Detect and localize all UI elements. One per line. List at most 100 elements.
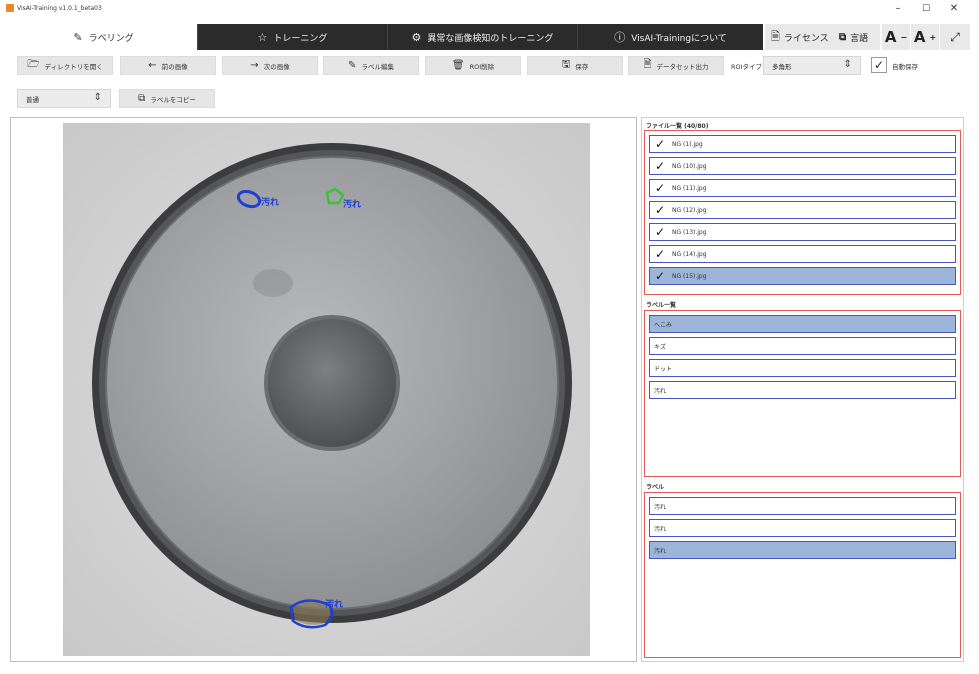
checkmark-icon: ✓ (654, 181, 666, 195)
star-icon: ☆ (257, 30, 268, 44)
file-name: NG (12).jpg (672, 206, 707, 214)
file-list-item-selected[interactable]: ✓ NG (15).jpg (649, 267, 956, 285)
roi-type-select[interactable]: 多角形 ⇕ (763, 56, 861, 75)
tab-about[interactable]: ⓘ VisAI-Trainingについて (577, 24, 763, 50)
label-name: ドット (654, 365, 673, 373)
pin-icon: ⤢ (950, 29, 960, 44)
save-icon: 🖫 (561, 59, 571, 70)
auto-save-checkbox[interactable]: ✓ (871, 57, 887, 73)
prev-image-label: 前の画像 (161, 62, 188, 71)
prev-image-button[interactable]: ← 前の画像 (120, 56, 216, 75)
app-title-text: VisAI-Training v1.0.1_beta03 (17, 4, 102, 12)
copy-label-button[interactable]: ⧉ ラベルをコピー (119, 89, 215, 108)
label-panel-item[interactable]: 汚れ (649, 497, 956, 515)
app-window: VisAI-Training v1.0.1_beta03 – ☐ ✕ ✎ ラベリ… (0, 0, 979, 674)
mode-value: 普通 (26, 95, 39, 104)
checkmark-icon: ✓ (873, 58, 885, 72)
label-list-item-selected[interactable]: へこみ (649, 315, 956, 333)
annotation-label-2: 汚れ (343, 198, 361, 210)
file-list-item[interactable]: ✓ NG (10).jpg (649, 157, 956, 175)
file-list-item[interactable]: ✓ NG (12).jpg (649, 201, 956, 219)
edit-label-label: ラベル編集 (361, 62, 394, 71)
label-panel-title: ラベル (646, 484, 665, 491)
label-panel-item-selected[interactable]: 汚れ (649, 541, 956, 559)
language-icon: ⧉ (839, 31, 847, 43)
file-list-item[interactable]: ✓ NG (1).jpg (649, 135, 956, 153)
label-list-item[interactable]: キズ (649, 337, 956, 355)
gear-icon: ⚙ (411, 30, 422, 44)
tab-anomaly-training[interactable]: ⚙ 異常な画像検知のトレーニング (387, 24, 577, 50)
pencil-icon: ✎ (348, 60, 357, 71)
next-image-button[interactable]: → 次の画像 (222, 56, 318, 75)
inspection-image[interactable]: 汚れ 汚れ 汚れ (63, 123, 590, 656)
file-name: NG (1).jpg (672, 140, 703, 148)
label-panel-item[interactable]: 汚れ (649, 519, 956, 537)
chevron-updown-icon: ⇕ (843, 59, 852, 70)
delete-roi-button[interactable]: 🗑 ROI削除 (425, 56, 521, 75)
tab-anomaly-training-label: 異常な画像検知のトレーニング (427, 33, 554, 44)
label-name: 汚れ (654, 387, 667, 395)
annotation-label-1: 汚れ (261, 196, 279, 208)
checkmark-icon: ✓ (654, 203, 666, 217)
tab-bar: ✎ ラベリング ☆ トレーニング ⚙ 異常な画像検知のトレーニング ⓘ VisA… (0, 24, 979, 50)
label-name: 汚れ (654, 503, 667, 511)
label-name: 汚れ (654, 525, 667, 533)
export-dataset-button[interactable]: 🗎 データセット出力 (628, 56, 724, 75)
font-decrease-button[interactable]: A − (882, 24, 910, 50)
file-name: NG (14).jpg (672, 250, 707, 258)
edit-label-button[interactable]: ✎ ラベル編集 (323, 56, 419, 75)
save-button[interactable]: 🖫 保存 (527, 56, 623, 75)
document-icon: 🗎 (771, 29, 780, 43)
app-title: VisAI-Training v1.0.1_beta03 (6, 4, 102, 12)
file-name: NG (11).jpg (672, 184, 707, 192)
mode-select[interactable]: 普通 ⇕ (17, 89, 111, 108)
label-name: 汚れ (654, 547, 667, 555)
annotation-label-3: 汚れ (325, 598, 343, 610)
title-bar: VisAI-Training v1.0.1_beta03 – ☐ ✕ (0, 0, 979, 24)
tab-labeling-label: ラベリング (88, 33, 134, 44)
auto-save-label: 自動保存 (892, 63, 918, 71)
language-button[interactable]: ⧉ 言語 (835, 24, 880, 50)
export-icon: 🗎 (643, 59, 652, 70)
open-directory-label: ディレクトリを開く (44, 62, 103, 71)
license-button[interactable]: 🗎 ライセンス (765, 24, 835, 50)
app-logo-icon (6, 4, 14, 12)
font-decrease-icon: A (884, 28, 897, 46)
trash-icon: 🗑 (451, 60, 465, 71)
file-name: NG (13).jpg (672, 228, 707, 236)
file-list-item[interactable]: ✓ NG (14).jpg (649, 245, 956, 263)
tab-training[interactable]: ☆ トレーニング (197, 24, 387, 50)
label-list-title: ラベル一覧 (646, 302, 677, 309)
file-list-item[interactable]: ✓ NG (13).jpg (649, 223, 956, 241)
info-icon: ⓘ (614, 31, 626, 44)
maximize-button[interactable]: ☐ (913, 2, 939, 16)
label-list-item[interactable]: ドット (649, 359, 956, 377)
license-label: ライセンス (783, 33, 829, 44)
checkmark-icon: ✓ (654, 225, 666, 239)
file-name: NG (10).jpg (672, 162, 707, 170)
arrow-right-icon: → (250, 60, 259, 71)
font-increase-button[interactable]: A + (911, 24, 939, 50)
label-name: へこみ (654, 321, 673, 329)
file-list: ✓ NG (1).jpg ✓ NG (10).jpg ✓ NG (11).jpg… (644, 130, 961, 295)
label-list-item[interactable]: 汚れ (649, 381, 956, 399)
tab-labeling[interactable]: ✎ ラベリング (10, 24, 197, 50)
file-list-item[interactable]: ✓ NG (11).jpg (649, 179, 956, 197)
washer-image-svg: 汚れ 汚れ 汚れ (63, 123, 590, 656)
tab-training-label: トレーニング (273, 33, 328, 44)
roi-type-value: 多角形 (772, 62, 792, 71)
font-increase-icon: A (913, 28, 926, 46)
close-button[interactable]: ✕ (941, 2, 967, 16)
minimize-button[interactable]: – (885, 2, 911, 16)
file-name: NG (15).jpg (672, 272, 707, 280)
open-directory-button[interactable]: 🗁 ディレクトリを開く (17, 56, 113, 75)
export-dataset-label: データセット出力 (656, 62, 709, 71)
folder-icon: 🗁 (27, 59, 40, 70)
image-canvas-panel: 汚れ 汚れ 汚れ (10, 117, 637, 662)
label-name: キズ (654, 343, 667, 351)
secondary-toolbar: 普通 ⇕ ⧉ ラベルをコピー (0, 86, 979, 112)
tab-about-label: VisAI-Trainingについて (631, 33, 727, 44)
label-list: へこみ キズ ドット 汚れ (644, 310, 961, 477)
chevron-updown-icon: ⇕ (93, 92, 102, 103)
pin-button[interactable]: ⤢ (940, 24, 970, 50)
